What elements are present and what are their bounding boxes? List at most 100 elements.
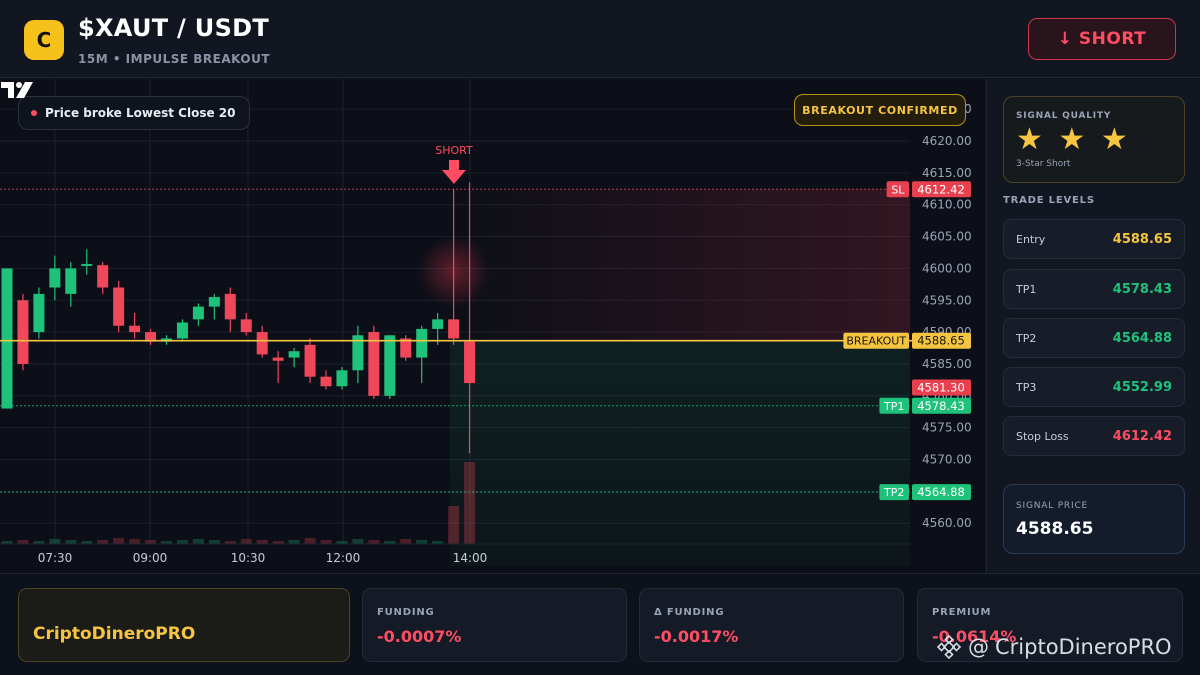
candle-body — [272, 357, 284, 361]
candle-body — [1, 268, 13, 409]
volume-bar — [256, 540, 268, 544]
volume-bar — [464, 462, 476, 544]
x-tick-label: 14:00 — [453, 551, 488, 565]
volume-bar — [17, 540, 29, 544]
breakout-confirmed-badge: BREAKOUT CONFIRMED — [794, 94, 966, 126]
candle-body — [81, 263, 93, 266]
candle-body — [336, 370, 348, 387]
level-entry: Entry 4588.65 — [1003, 219, 1185, 259]
signal-quality-label: SIGNAL QUALITY — [1016, 111, 1112, 121]
candle-body — [320, 376, 332, 387]
candle-body — [240, 319, 252, 333]
volume-bar — [208, 540, 220, 544]
candle-body — [304, 344, 316, 377]
metric-label: FUNDING — [377, 607, 435, 618]
metric-label: PREMIUM — [932, 607, 992, 618]
level-value: 4612.42 — [1112, 428, 1172, 444]
volume-bar — [288, 540, 300, 544]
timeframe-subtitle: 15M • IMPULSE BREAKOUT — [78, 52, 271, 66]
y-tick-label: 4570.00 — [922, 453, 972, 467]
watermark: @ CriptoDineroPRO — [936, 634, 1172, 660]
signal-quality-card: SIGNAL QUALITY ★ ★ ★ 3-Star Short — [1003, 96, 1185, 183]
candle-body — [416, 328, 428, 358]
signal-legend-text: Price broke Lowest Close 20 — [45, 106, 236, 120]
x-tick-label: 07:30 — [38, 551, 73, 565]
binance-logo-icon — [936, 634, 962, 660]
price-tag-label: TP2 — [883, 486, 904, 499]
candlestick-chart: SHORT4625.004620.004615.004610.004605.00… — [0, 79, 972, 566]
y-tick-label: 4585.00 — [922, 357, 972, 371]
volume-bar — [240, 539, 252, 544]
volume-bar — [192, 539, 204, 544]
candle-body — [384, 335, 396, 396]
y-tick-label: 4615.00 — [922, 166, 972, 180]
price-tag-value: 4588.65 — [917, 334, 965, 348]
watermark-text: CriptoDineroPRO — [995, 635, 1172, 659]
candle-body — [464, 341, 476, 384]
price-tag-label: BREAKOUT — [846, 335, 906, 348]
y-tick-label: 4605.00 — [922, 230, 972, 244]
y-tick-label: 4575.00 — [922, 421, 972, 435]
candle-body — [288, 351, 300, 358]
volume-bar — [352, 539, 364, 544]
price-tag-label: SL — [891, 183, 905, 196]
y-tick-label: 4560.00 — [922, 516, 972, 530]
x-tick-label: 10:30 — [231, 551, 266, 565]
metric-label: Δ FUNDING — [654, 607, 725, 618]
volume-bar — [448, 506, 460, 544]
price-tag-value: 4612.42 — [917, 182, 965, 196]
delta-funding-card: Δ FUNDING -0.0017% — [639, 588, 904, 662]
watermark-at: @ — [968, 635, 989, 659]
candle-body — [224, 293, 236, 320]
header-bar: C $XAUT / USDT 15M • IMPULSE BREAKOUT ↓ … — [0, 0, 1200, 78]
signal-price-card: SIGNAL PRICE 4588.65 — [1003, 484, 1185, 554]
volume-bar — [176, 540, 188, 544]
signal-sidebar: SIGNAL QUALITY ★ ★ ★ 3-Star Short TRADE … — [986, 79, 1200, 573]
short-arrow-icon — [442, 160, 466, 184]
signal-legend: Price broke Lowest Close 20 — [18, 96, 251, 130]
candle-body — [448, 319, 460, 339]
candle-body — [208, 297, 220, 307]
candle-body — [17, 300, 29, 364]
level-tp1: TP1 4578.43 — [1003, 269, 1185, 309]
candle-body — [368, 332, 380, 396]
price-tag-value: 4564.88 — [917, 485, 965, 499]
level-name: Entry — [1016, 232, 1046, 246]
footer-bar: CriptoDineroPRO FUNDING -0.0007% Δ FUNDI… — [0, 573, 1200, 675]
app-logo: C — [24, 20, 64, 60]
brand-name: CriptoDineroPRO — [33, 624, 196, 644]
metric-value: -0.0007% — [377, 627, 462, 646]
level-value: 4552.99 — [1112, 379, 1172, 395]
star-rating-caption: 3-Star Short — [1016, 159, 1071, 169]
level-value: 4588.65 — [1112, 231, 1172, 247]
candle-body — [65, 268, 77, 294]
take-profit-zone — [450, 340, 910, 566]
candle-body — [113, 287, 125, 326]
volume-bar — [129, 539, 141, 544]
level-name: TP3 — [1016, 380, 1037, 394]
funding-card: FUNDING -0.0007% — [362, 588, 627, 662]
price-chart[interactable]: SHORT4625.004620.004615.004610.004605.00… — [0, 79, 985, 573]
y-tick-label: 4595.00 — [922, 293, 972, 307]
candle-body — [256, 332, 268, 355]
candle-body — [129, 325, 141, 333]
candle-body — [49, 268, 61, 288]
price-tag-value: 4578.43 — [917, 399, 965, 413]
candle-body — [97, 265, 109, 288]
y-tick-label: 4610.00 — [922, 198, 972, 212]
candle-body — [192, 306, 204, 320]
pair-title: $XAUT / USDT — [78, 14, 270, 42]
signal-price-value: 4588.65 — [1016, 519, 1094, 539]
y-tick-label: 4600.00 — [922, 261, 972, 275]
level-name: TP1 — [1016, 282, 1037, 296]
price-tag-label: TP1 — [883, 400, 904, 413]
volume-bar — [145, 540, 157, 544]
x-tick-label: 09:00 — [133, 551, 168, 565]
stop-loss-zone — [450, 189, 910, 341]
short-button[interactable]: ↓ SHORT — [1028, 18, 1176, 60]
trade-levels-title: TRADE LEVELS — [1003, 195, 1095, 206]
candle-body — [33, 293, 45, 333]
volume-bar — [113, 538, 125, 544]
volume-bar — [97, 540, 109, 544]
volume-bar — [320, 540, 332, 544]
